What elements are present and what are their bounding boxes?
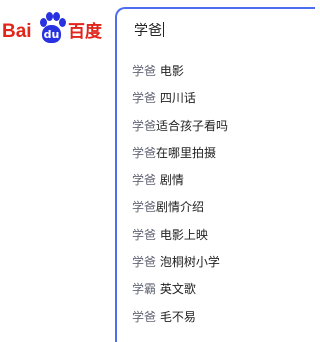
suggestion-item[interactable]: 学爸 剧情 <box>132 167 228 194</box>
suggestion-item[interactable]: 学爸 泡桐树小学 <box>132 249 228 276</box>
suggestion-prefix: 学爸 <box>132 227 157 242</box>
suggestion-item[interactable]: 学爸 电影上映 <box>132 222 228 249</box>
suggestion-list: 学爸 电影 学爸 四川话 学爸适合孩子看吗 学爸在哪里拍摄 学爸 剧情 学爸剧情… <box>132 58 228 331</box>
suggestion-item[interactable]: 学爸在哪里拍摄 <box>132 140 228 167</box>
logo-text-bai: Bai <box>2 21 32 42</box>
suggestion-completion: 电影上映 <box>156 227 208 242</box>
suggestion-completion: 在哪里拍摄 <box>156 145 217 160</box>
suggestion-prefix: 学爸 <box>132 145 157 160</box>
suggestion-item[interactable]: 学爸 电影 <box>132 58 228 85</box>
suggestion-prefix: 学爸 <box>132 255 157 270</box>
search-query-text: 学爸 <box>134 23 162 39</box>
paw-toe <box>46 12 53 21</box>
suggestion-prefix: 学爸 <box>132 91 157 106</box>
suggestion-item[interactable]: 学霸 英文歌 <box>132 276 228 303</box>
suggestion-item[interactable]: 学爸适合孩子看吗 <box>132 113 228 140</box>
logo-text-baidu-chinese: 百度 <box>68 22 102 42</box>
suggestion-prefix: 学爸 <box>132 309 157 324</box>
suggestion-completion: 剧情介绍 <box>156 200 205 215</box>
suggestion-item[interactable]: 学爸 四川话 <box>132 85 228 112</box>
suggestion-completion: 适合孩子看吗 <box>156 118 229 133</box>
suggestion-prefix: 学爸 <box>132 200 157 215</box>
paw-toe <box>59 18 66 27</box>
suggestion-completion: 英文歌 <box>156 282 196 297</box>
suggestion-completion: 泡桐树小学 <box>156 255 220 270</box>
suggestion-completion: 剧情 <box>156 173 184 188</box>
suggestion-prefix: 学霸 <box>132 282 157 297</box>
suggestion-prefix: 学爸 <box>132 173 157 188</box>
suggestion-completion: 毛不易 <box>156 309 196 324</box>
paw-pad-text: du <box>42 25 61 43</box>
paw-icon: du <box>37 12 66 44</box>
baidu-search-page: Bai du 百度 学爸 学爸 电影 学爸 四川话 学爸适合孩子看吗 学爸在哪里… <box>0 0 315 342</box>
suggestion-completion: 电影 <box>156 64 184 78</box>
suggestion-prefix: 学爸 <box>132 118 157 133</box>
suggestion-completion: 四川话 <box>156 91 196 106</box>
suggestion-item[interactable]: 学爸剧情介绍 <box>132 194 228 221</box>
suggestion-prefix: 学爸 <box>132 64 157 78</box>
search-input[interactable]: 学爸 <box>134 21 164 41</box>
baidu-logo[interactable]: Bai du 百度 <box>0 12 104 46</box>
suggestion-item[interactable]: 学爸 毛不易 <box>132 304 228 331</box>
text-caret <box>163 22 164 37</box>
